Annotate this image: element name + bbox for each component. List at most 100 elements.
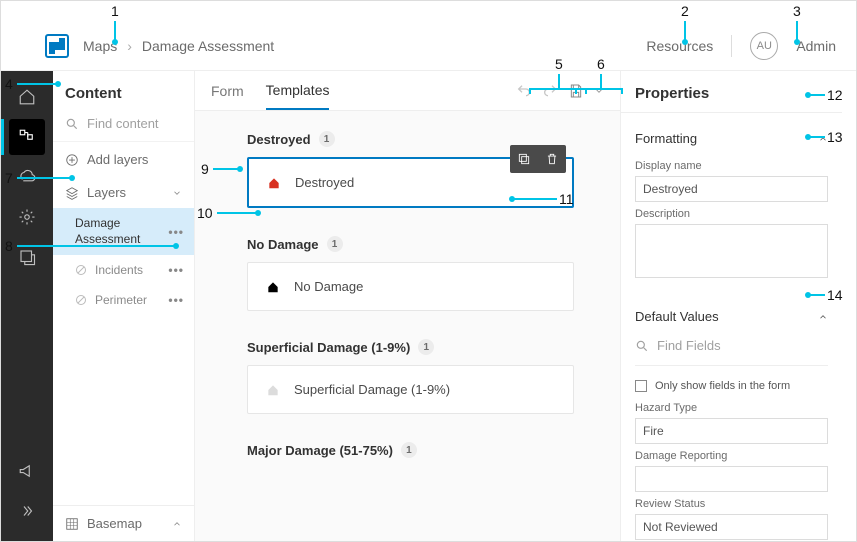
field-input[interactable] — [635, 466, 828, 492]
divider — [731, 35, 732, 57]
chevron-up-icon — [818, 134, 828, 144]
properties-title: Properties — [621, 71, 842, 113]
app-logo-icon — [45, 34, 69, 58]
basemap-button[interactable]: Basemap — [53, 505, 194, 541]
house-icon — [266, 383, 280, 397]
tab-bar: Form Templates — [195, 71, 620, 111]
duplicate-button[interactable] — [510, 145, 538, 173]
chevron-up-icon — [818, 312, 828, 322]
template-group-name: Destroyed — [247, 132, 311, 147]
description-input[interactable] — [635, 224, 828, 278]
display-name-input[interactable] — [635, 176, 828, 202]
more-icon[interactable]: ••• — [168, 225, 184, 239]
nav-home[interactable] — [9, 79, 45, 115]
template-group-header: Major Damage (51-75%) 1 — [247, 442, 574, 458]
template-group-name: Major Damage (51-75%) — [247, 443, 393, 458]
avatar[interactable]: AU — [750, 32, 778, 60]
defaults-header[interactable]: Default Values — [635, 299, 828, 332]
defaults-label: Default Values — [635, 309, 719, 324]
house-icon — [266, 280, 280, 294]
template-card[interactable]: Destroyed — [247, 157, 574, 208]
header-bar: Maps › Damage Assessment Resources AU Ad… — [1, 21, 856, 71]
templates-list: Destroyed 1 Destroyed No Damage 1 No Damage Su… — [195, 111, 620, 541]
callout-1: 1 — [111, 3, 119, 19]
find-fields-placeholder: Find Fields — [657, 338, 721, 353]
template-group-name: Superficial Damage (1-9%) — [247, 340, 410, 355]
callout-3: 3 — [793, 3, 801, 19]
content-panel: Content Find content Add layers Layers D… — [53, 71, 195, 541]
content-title: Content — [53, 71, 194, 112]
layer-item-label: Damage Assessment — [75, 216, 160, 247]
search-icon — [635, 339, 649, 353]
more-icon[interactable]: ••• — [168, 293, 184, 307]
undo-button[interactable] — [516, 83, 532, 99]
field-label: Damage Reporting — [635, 450, 828, 462]
nav-expand[interactable] — [9, 493, 45, 529]
plus-circle-icon — [65, 153, 79, 167]
breadcrumb-page: Damage Assessment — [142, 38, 274, 54]
only-show-checkbox[interactable]: Only show fields in the form — [635, 380, 828, 392]
add-layers-button[interactable]: Add layers — [53, 142, 194, 177]
template-card[interactable]: Superficial Damage (1-9%) — [247, 365, 574, 414]
template-group: No Damage 1 No Damage — [247, 236, 574, 311]
chevron-up-icon — [172, 519, 182, 529]
nav-rail — [1, 71, 53, 541]
resources-link[interactable]: Resources — [646, 38, 713, 54]
breadcrumb: Maps › Damage Assessment — [83, 38, 274, 54]
redo-button[interactable] — [542, 83, 558, 99]
template-group-count: 1 — [319, 131, 335, 147]
add-layers-label: Add layers — [87, 152, 148, 167]
layers-header[interactable]: Layers — [53, 177, 194, 208]
chevron-down-icon — [172, 188, 182, 198]
formatting-header[interactable]: Formatting — [635, 121, 828, 154]
template-group-header: Superficial Damage (1-9%) 1 — [247, 339, 574, 355]
template-group-count: 1 — [327, 236, 343, 252]
template-group-name: No Damage — [247, 237, 319, 252]
template-group: Destroyed 1 Destroyed — [247, 131, 574, 208]
save-menu-button[interactable] — [594, 86, 604, 96]
more-icon[interactable]: ••• — [168, 263, 184, 277]
house-icon — [267, 176, 281, 190]
delete-button[interactable] — [538, 145, 566, 173]
layer-item-incidents[interactable]: Incidents ••• — [53, 255, 194, 285]
template-group-header: No Damage 1 — [247, 236, 574, 252]
template-group: Major Damage (51-75%) 1 — [247, 442, 574, 458]
template-card-label: Superficial Damage (1-9%) — [294, 382, 450, 397]
template-card[interactable]: No Damage — [247, 262, 574, 311]
layer-item-perimeter[interactable]: Perimeter ••• — [53, 285, 194, 315]
field-input[interactable] — [635, 418, 828, 444]
template-card-label: Destroyed — [295, 175, 354, 190]
tab-templates[interactable]: Templates — [266, 72, 330, 110]
breadcrumb-root[interactable]: Maps — [83, 38, 117, 54]
formatting-label: Formatting — [635, 131, 697, 146]
layer-item-label: Incidents — [95, 263, 143, 277]
nav-offline[interactable] — [9, 159, 45, 195]
admin-link[interactable]: Admin — [796, 38, 836, 54]
card-toolbar — [510, 145, 566, 173]
save-button[interactable] — [568, 83, 584, 99]
chevron-right-icon: › — [127, 38, 132, 54]
template-group-count: 1 — [418, 339, 434, 355]
nav-settings[interactable] — [9, 199, 45, 235]
nav-content[interactable] — [9, 119, 45, 155]
layers-icon — [65, 186, 79, 200]
checkbox-icon — [635, 380, 647, 392]
field-label: Review Status — [635, 498, 828, 510]
search-input[interactable]: Find content — [53, 112, 194, 142]
template-group-count: 1 — [401, 442, 417, 458]
main-pane: Form Templates Destroyed 1 Destroyed No Dam… — [195, 71, 620, 541]
nav-announce[interactable] — [9, 453, 45, 489]
search-icon — [65, 117, 79, 131]
layer-item-label: Perimeter — [95, 293, 147, 307]
field-input[interactable] — [635, 514, 828, 540]
find-fields-input[interactable]: Find Fields — [635, 332, 828, 366]
basemap-label: Basemap — [87, 516, 142, 531]
tab-form[interactable]: Form — [211, 73, 244, 109]
only-show-label: Only show fields in the form — [655, 380, 790, 392]
template-card-label: No Damage — [294, 279, 363, 294]
disabled-icon — [75, 294, 87, 306]
layer-item-damage-assessment[interactable]: Damage Assessment ••• — [53, 208, 194, 255]
nav-share[interactable] — [9, 239, 45, 275]
template-group: Superficial Damage (1-9%)1Superficial Da… — [247, 339, 574, 414]
search-placeholder: Find content — [87, 116, 159, 131]
